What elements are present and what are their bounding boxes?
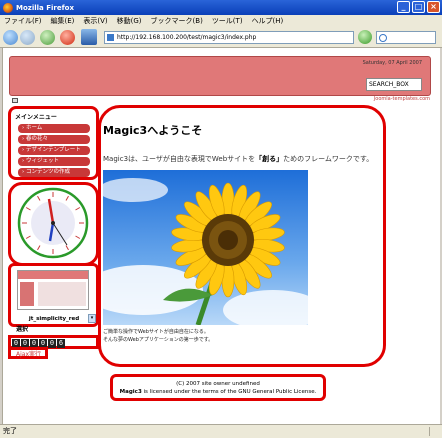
menu-view[interactable]: 表示(V) [83,16,107,26]
forward-arrow-icon[interactable] [20,30,35,45]
theme-select[interactable]: jt_simplicity_red [14,315,94,324]
stop-icon[interactable] [60,30,75,45]
template-credit-link[interactable]: Joomla-templates.com [374,96,430,102]
clock-widget [8,182,99,266]
lead-text-bold: 「創る」 [255,155,284,163]
status-bar: 完了 [0,424,442,438]
printer-icon[interactable] [12,98,18,103]
menu-item-widgets[interactable]: ウィジェット [18,157,90,166]
analog-clock [17,187,89,259]
window-title: Mozilla Firefox [16,3,74,12]
footer-text: (C) 2007 site owner undefined Magic3 is … [110,380,326,396]
counter-digit: 0 [48,339,56,348]
footer-brand-link[interactable]: Magic3 [120,389,142,395]
main-menu-widget: メインメニュー ホーム 春の花々 デザインテンプレート ウィジェット コンテンツ… [8,106,99,180]
lead-text-start: Magic3は、ユーザが自由な表現でWebサイトを [103,155,256,163]
theme-apply-label[interactable]: 選択 [16,324,28,333]
page-icon [107,34,114,41]
theme-preview-thumbnail[interactable] [17,270,89,310]
address-url: http://192.168.100.200/test/magic3/index… [117,34,257,41]
footer-copyright: (C) 2007 site owner undefined [176,381,260,387]
menu-bar: ファイル(F) 編集(E) 表示(V) 移動(G) ブックマーク(B) ツール(… [0,15,442,27]
menu-item-spring-flowers[interactable]: 春の花々 [18,135,90,144]
ajax-run-button[interactable]: Ajax実行 [12,350,45,359]
search-engine-icon [379,34,387,42]
search-bar[interactable] [376,31,436,44]
back-arrow-icon[interactable] [3,30,18,45]
site-header: Saturday, 07 April 2007 SEARCH_BOX [9,56,431,96]
menu-item-create-content[interactable]: コンテンツの作成 [18,168,90,177]
minimize-button[interactable]: _ [397,1,410,13]
home-icon[interactable] [81,29,97,45]
menu-help[interactable]: ヘルプ(H) [252,16,284,26]
chevron-down-icon[interactable]: ▾ [88,314,96,323]
lead-text-end: ためのフレームワークです。 [283,155,374,163]
menu-file[interactable]: ファイル(F) [4,16,42,26]
menu-bookmarks[interactable]: ブックマーク(B) [151,16,203,26]
reload-icon[interactable] [40,30,55,45]
status-text: 完了 [3,427,17,435]
photo-caption: ご簡単な操作でWebサイトが自由自在になる。 そんな夢のWebアプリケーションの… [103,328,213,344]
firefox-icon [3,2,13,13]
ajax-widget: Ajax実行 [8,347,48,359]
go-icon[interactable] [358,30,372,44]
menu-item-design-templates[interactable]: デザインテンプレート [18,146,90,155]
site-search-input[interactable]: SEARCH_BOX [366,78,422,91]
menu-title: メインメニュー [15,114,57,121]
close-button[interactable]: × [427,1,440,13]
sunflower-photo [103,170,308,325]
resize-grip[interactable] [429,427,439,436]
lead-text: Magic3は、ユーザが自由な表現でWebサイトを「創る」ためのフレームワークで… [103,154,373,164]
address-bar[interactable]: http://192.168.100.200/test/magic3/index… [104,31,354,44]
menu-edit[interactable]: 編集(E) [51,16,75,26]
counter-digit: 6 [57,339,65,348]
footer-license-text: is licensed under the terms of the GNU G… [141,389,317,395]
theme-selector-widget: jt_simplicity_red ▾ [8,263,99,327]
footer-license: Magic3 is licensed under the terms of th… [110,388,326,396]
navigation-toolbar: http://192.168.100.200/test/magic3/index… [0,27,442,48]
window-titlebar: Mozilla Firefox _ □ × [0,0,442,15]
menu-tools[interactable]: ツール(T) [212,16,243,26]
maximize-button[interactable]: □ [412,1,425,13]
page-title: Magic3へようこそ [103,124,203,137]
menu-item-home[interactable]: ホーム [18,124,90,133]
header-date: Saturday, 07 April 2007 [362,60,422,66]
caption-line: そんな夢のWebアプリケーションの第一歩です。 [103,337,214,343]
caption-line: ご簡単な操作でWebサイトが自由自在になる。 [103,329,209,335]
menu-go[interactable]: 移動(G) [117,16,142,26]
